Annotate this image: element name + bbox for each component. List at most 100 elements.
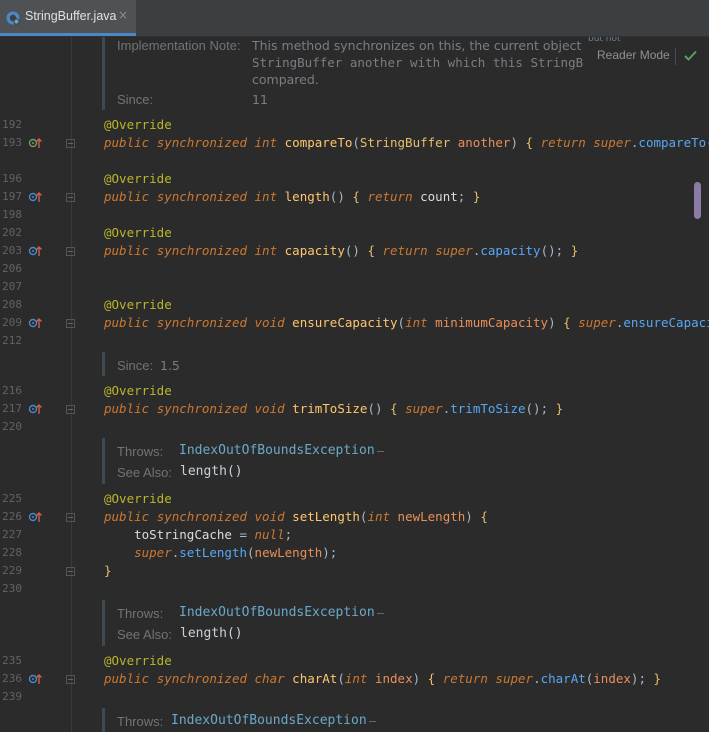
keyword: void bbox=[254, 509, 285, 524]
method-name: trimToSize bbox=[292, 401, 368, 416]
code-line-229[interactable]: } bbox=[104, 563, 112, 579]
line-number: 196 bbox=[2, 172, 22, 185]
line-number: 209 bbox=[2, 316, 22, 329]
annotation: @Override bbox=[104, 297, 172, 312]
reader-mode-label[interactable]: Reader Mode bbox=[597, 48, 670, 62]
fold-marker[interactable] bbox=[66, 567, 75, 576]
code-line-228[interactable]: super.setLength(newLength); bbox=[104, 545, 337, 561]
annotation: @Override bbox=[104, 491, 172, 506]
keyword: super bbox=[435, 243, 473, 258]
fold-marker[interactable] bbox=[66, 247, 75, 256]
annotation: @Override bbox=[104, 171, 172, 186]
keyword: void bbox=[254, 315, 285, 330]
doc-rendered-bar bbox=[102, 438, 105, 484]
keyword: int bbox=[367, 509, 391, 524]
doc-since-value: 11 bbox=[252, 92, 268, 107]
code-line-192[interactable]: @Override bbox=[104, 117, 172, 133]
doc-see-also-link[interactable]: length() bbox=[180, 464, 243, 479]
code-line-225[interactable]: @Override bbox=[104, 491, 172, 507]
code-line-198[interactable]: public synchronized int length() { retur… bbox=[104, 189, 480, 205]
doc-throws-label: Throws: bbox=[117, 444, 164, 459]
code-line-227[interactable]: toStringCache = null; bbox=[104, 527, 292, 543]
keyword: return bbox=[540, 135, 586, 150]
overrides-method-icon[interactable] bbox=[28, 403, 44, 415]
annotation: @Override bbox=[104, 225, 172, 240]
keyword: public bbox=[104, 243, 150, 258]
code-line-208[interactable]: @Override bbox=[104, 297, 172, 313]
code-line-203[interactable]: public synchronized int capacity() { ret… bbox=[104, 243, 578, 259]
keyword: synchronized bbox=[156, 401, 247, 416]
field-name: count bbox=[420, 189, 458, 204]
annotation: @Override bbox=[104, 653, 172, 668]
line-number: 235 bbox=[2, 654, 22, 667]
java-class-icon bbox=[6, 11, 20, 25]
close-icon[interactable]: × bbox=[118, 8, 128, 22]
keyword: public bbox=[104, 401, 150, 416]
code-editor[interactable]: Implementation Note: This method synchro… bbox=[0, 0, 709, 732]
doc-see-also-link[interactable]: length() bbox=[180, 626, 243, 641]
line-number: 207 bbox=[2, 280, 22, 293]
parameter: minimumCapacity bbox=[435, 315, 549, 330]
line-number: 208 bbox=[2, 298, 22, 311]
parameter: index bbox=[374, 671, 413, 686]
fold-marker[interactable] bbox=[66, 513, 75, 522]
keyword: public bbox=[104, 671, 150, 686]
code-line-193[interactable]: public synchronized int compareTo(String… bbox=[104, 135, 709, 151]
check-icon[interactable] bbox=[684, 50, 697, 61]
scrollbar-thumb[interactable] bbox=[694, 182, 701, 219]
method-name: ensureCapacity bbox=[292, 315, 398, 330]
code-line-216[interactable]: @Override bbox=[104, 383, 172, 399]
line-number: 198 bbox=[2, 208, 22, 221]
parameter: index bbox=[593, 671, 631, 686]
fold-marker[interactable] bbox=[66, 675, 75, 684]
line-number: 229 bbox=[2, 564, 22, 577]
line-number: 220 bbox=[2, 420, 22, 433]
line-number: 206 bbox=[2, 262, 22, 275]
method-call: trimToSize bbox=[450, 401, 526, 416]
editor-tab-bar: StringBuffer.java × bbox=[0, 0, 709, 37]
keyword: int bbox=[254, 135, 278, 150]
overrides-method-icon[interactable] bbox=[28, 191, 44, 203]
code-line-209[interactable]: public synchronized void ensureCapacity(… bbox=[104, 315, 709, 331]
doc-impl-note-line2: StringBuffer another with which this Str… bbox=[252, 55, 584, 70]
doc-dash: – bbox=[377, 606, 384, 620]
keyword: super bbox=[134, 545, 172, 560]
doc-rendered-bar bbox=[102, 600, 105, 646]
line-number: 236 bbox=[2, 672, 22, 685]
line-number: 226 bbox=[2, 510, 22, 523]
fold-marker[interactable] bbox=[66, 405, 75, 414]
overrides-method-icon[interactable] bbox=[28, 511, 44, 523]
tab-stringbuffer-java[interactable]: StringBuffer.java × bbox=[0, 0, 136, 36]
fold-marker[interactable] bbox=[66, 319, 75, 328]
code-line-226[interactable]: public synchronized void setLength(int n… bbox=[104, 509, 488, 525]
method-call: capacity bbox=[480, 243, 541, 258]
method-name: setLength bbox=[292, 509, 360, 524]
overrides-method-icon[interactable] bbox=[28, 317, 44, 329]
overrides-method-icon[interactable] bbox=[28, 673, 44, 685]
code-line-236[interactable]: public synchronized char charAt(int inde… bbox=[104, 671, 661, 687]
code-line-197[interactable]: @Override bbox=[104, 171, 172, 187]
keyword: int bbox=[254, 189, 278, 204]
keyword: synchronized bbox=[156, 315, 247, 330]
doc-exception-link[interactable]: IndexOutOfBoundsException bbox=[179, 443, 375, 458]
doc-exception-link[interactable]: IndexOutOfBoundsException bbox=[171, 713, 367, 728]
field-name: toStringCache bbox=[134, 527, 232, 542]
reader-mode-widget[interactable]: Reader Mode bbox=[588, 42, 709, 70]
keyword: null bbox=[254, 527, 285, 542]
overrides-method-icon[interactable] bbox=[28, 245, 44, 257]
parameter: newLength bbox=[254, 545, 323, 560]
method-call: compareTo bbox=[638, 135, 707, 150]
code-line-202[interactable]: @Override bbox=[104, 225, 172, 241]
code-line-217[interactable]: public synchronized void trimToSize() { … bbox=[104, 401, 563, 417]
annotation: @Override bbox=[104, 117, 172, 132]
code-line-235[interactable]: @Override bbox=[104, 653, 172, 669]
doc-impl-note-line3: compared. bbox=[252, 72, 319, 87]
method-call: charAt bbox=[540, 671, 586, 686]
reader-mode-separator bbox=[675, 48, 676, 65]
keyword: public bbox=[104, 315, 150, 330]
fold-marker[interactable] bbox=[66, 193, 75, 202]
overrides-method-icon[interactable] bbox=[28, 137, 44, 149]
doc-exception-link[interactable]: IndexOutOfBoundsException bbox=[179, 605, 375, 620]
parameter: newLength bbox=[397, 509, 466, 524]
fold-marker[interactable] bbox=[66, 139, 75, 148]
